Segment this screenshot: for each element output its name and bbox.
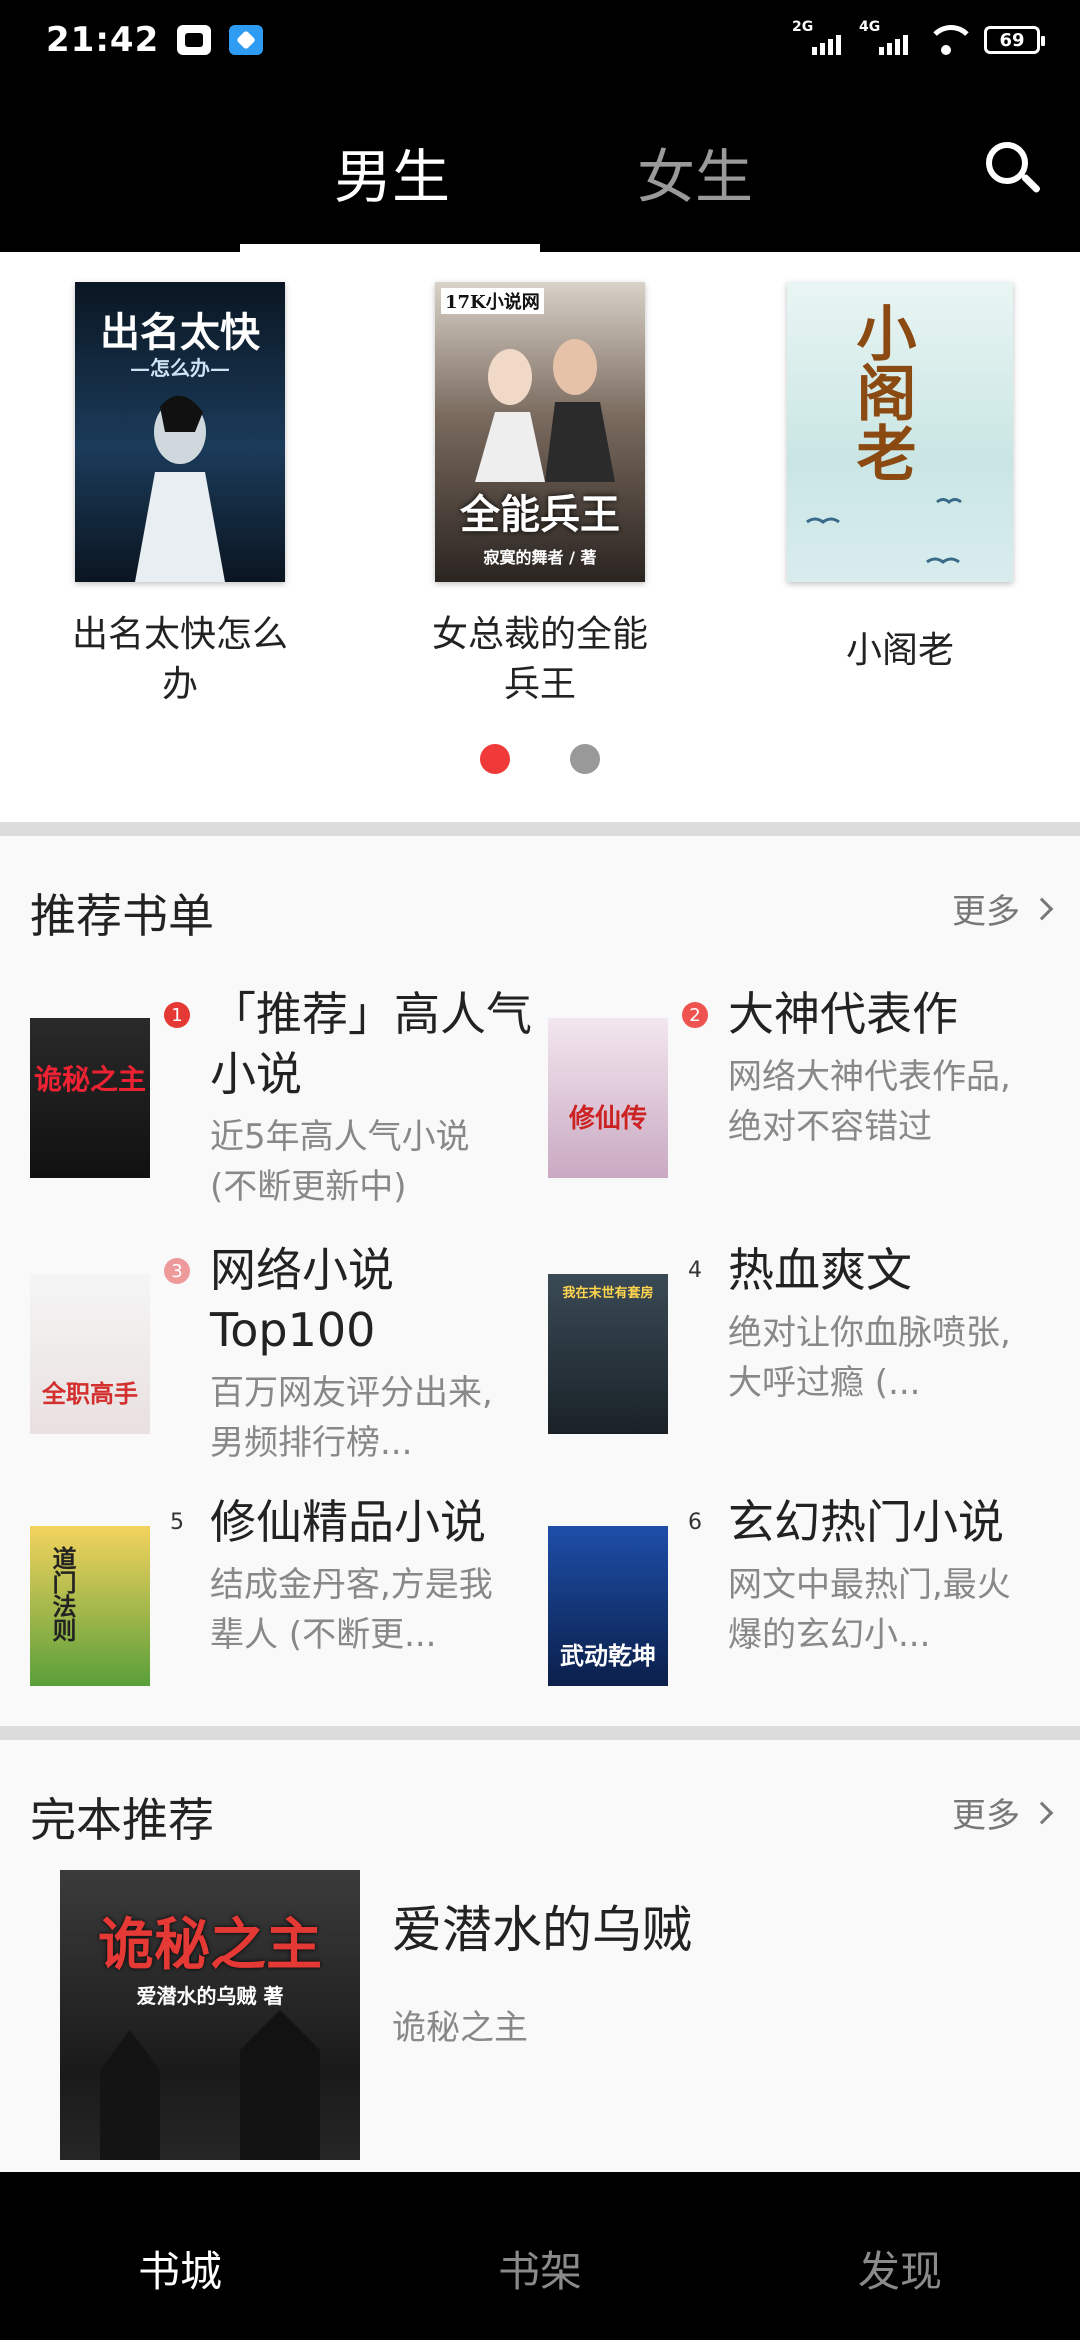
booklist-cover: 诡秘之主 (30, 1018, 150, 1178)
status-left: 21:42 (46, 20, 264, 60)
cover-title-text: 全能兵王 (460, 491, 620, 538)
active-tab-indicator (240, 244, 540, 252)
finished-title: 完本推荐 (30, 1793, 214, 1847)
cover-title-text: 武动乾坤 (560, 1641, 656, 1670)
notification-app-icon-2 (229, 25, 264, 55)
chevron-right-icon (1030, 897, 1054, 920)
booklist-item-2[interactable]: 修仙传 2 大神代表作 网络大神代表作品,绝对不容错过 (548, 987, 1068, 1232)
tab-female[interactable]: 女生 (637, 130, 753, 214)
section-divider (0, 822, 1080, 836)
status-bar: 21:42 2G 4G 69 (0, 0, 1080, 80)
booklist-title: 大神代表作 (728, 987, 958, 1041)
booklist-title: 「推荐」高人气小说 (210, 987, 532, 1101)
recommend-more-button[interactable]: 更多 (952, 884, 1054, 933)
cover-title-text: 我在末世有套房 (562, 1286, 654, 1301)
cover-birds-illustration (806, 498, 962, 564)
booklist-item-5[interactable]: 道门法则 5 修仙精品小说 结成金丹客,方是我辈人 (不断更... (30, 1495, 550, 1740)
nav-discover[interactable]: 发现 (858, 2238, 942, 2299)
cover-title-text: 道门法则 (48, 1546, 77, 1642)
book-cover: 17K小说网 全能兵王 寂寞的舞者 / 著 (435, 282, 645, 582)
book-cover: 出名太快 —怎么办— (75, 282, 285, 582)
carousel-dot-active[interactable] (480, 744, 510, 774)
booklist-desc: 绝对让你血脉喷张,大呼过瘾 (... (728, 1313, 1011, 1403)
search-icon-handle (1020, 173, 1042, 194)
cover-title-text: 全职高手 (42, 1379, 138, 1408)
booklist-title: 网络小说Top100 (210, 1243, 394, 1357)
carousel-book-title: 出名太快怎么办 (71, 614, 288, 705)
booklist-title: 修仙精品小说 (210, 1495, 486, 1549)
carousel-pagination (0, 744, 1080, 774)
booklist-title: 热血爽文 (728, 1243, 912, 1297)
top-tab-bar: 男生 女生 (0, 80, 1080, 252)
tab-male[interactable]: 男生 (334, 130, 450, 214)
wifi-icon (926, 25, 976, 55)
status-right: 2G 4G 69 (792, 19, 1045, 55)
rank-badge: 2 (682, 1002, 708, 1028)
status-time: 21:42 (46, 20, 160, 60)
cover-author-text: 寂寞的舞者 / 著 (483, 548, 597, 567)
booklist-item-3[interactable]: 全职高手 3 网络小说Top100 百万网友评分出来,男频排行榜... (30, 1243, 550, 1488)
carousel-book-3[interactable]: 小阁老 小阁老 (780, 282, 1020, 676)
rank-badge: 3 (164, 1258, 190, 1284)
battery-icon: 69 (984, 26, 1045, 54)
booklist-title: 玄幻热门小说 (728, 1495, 1004, 1549)
signal-4g-label: 4G (859, 19, 881, 35)
cover-figure-illustration (135, 395, 225, 582)
booklist-cover: 道门法则 (30, 1526, 150, 1686)
app-root: 21:42 2G 4G 69 男生 女生 出名太快 —怎么办— 出名太快怎么办 … (0, 0, 1080, 2340)
search-button[interactable] (984, 140, 1044, 200)
finished-section: 完本推荐 更多 诡秘之主 爱潜水的乌贼 著 爱潜水的乌贼 诡秘之主 (0, 1740, 1080, 2172)
carousel-book-1[interactable]: 出名太快 —怎么办— 出名太快怎么办 (60, 282, 300, 710)
featured-carousel: 出名太快 —怎么办— 出名太快怎么办 17K小说网 全能兵王 寂寞的舞者 / 著… (0, 252, 1080, 822)
chevron-right-icon (1030, 1801, 1054, 1824)
finished-book-name: 诡秘之主 (392, 2008, 528, 2048)
booklist-desc: 近5年高人气小说(不断更新中) (210, 1117, 470, 1207)
signal-2g-icon: 2G (792, 19, 841, 55)
finished-book-cover[interactable]: 诡秘之主 爱潜水的乌贼 著 (60, 1870, 360, 2160)
section-divider (0, 1726, 1080, 1740)
signal-2g-label: 2G (792, 19, 814, 35)
recommend-title: 推荐书单 (30, 889, 214, 943)
booklist-desc: 网文中最热门,最火爆的玄幻小... (728, 1565, 1011, 1655)
bottom-nav: 书城 书架 发现 (0, 2172, 1080, 2340)
cover-title-text: 修仙传 (568, 1104, 647, 1134)
rank-badge: 1 (164, 1002, 190, 1028)
booklist-desc: 网络大神代表作品,绝对不容错过 (728, 1057, 1011, 1147)
carousel-book-title: 小阁老 (845, 630, 954, 671)
booklist-desc: 结成金丹客,方是我辈人 (不断更... (210, 1565, 493, 1655)
finished-more-button[interactable]: 更多 (952, 1788, 1054, 1837)
booklist-cover: 全职高手 (30, 1274, 150, 1434)
recommend-section: 推荐书单 更多 诡秘之主 1 「推荐」高人气小说 近5年高人气小说(不断更新中)… (0, 836, 1080, 1726)
booklist-item-1[interactable]: 诡秘之主 1 「推荐」高人气小说 近5年高人气小说(不断更新中) (30, 987, 550, 1232)
booklist-item-6[interactable]: 武动乾坤 6 玄幻热门小说 网文中最热门,最火爆的玄幻小... (548, 1495, 1068, 1740)
booklist-cover: 我在末世有套房 (548, 1274, 668, 1434)
signal-4g-icon: 4G (859, 19, 908, 55)
nav-bookstore[interactable]: 书城 (138, 2238, 222, 2299)
booklist-desc: 百万网友评分出来,男频排行榜... (210, 1373, 493, 1463)
cover-title-text: 诡秘之主 (33, 1063, 146, 1096)
rank-number: 5 (170, 1510, 184, 1535)
cover-castle-illustration (100, 2010, 320, 2160)
more-label: 更多 (952, 1796, 1020, 1836)
booklist-cover: 修仙传 (548, 1018, 668, 1178)
book-cover: 小阁老 (787, 282, 1013, 582)
finished-book-author[interactable]: 爱潜水的乌贼 (392, 1890, 692, 1962)
more-label: 更多 (952, 892, 1020, 932)
carousel-book-2[interactable]: 17K小说网 全能兵王 寂寞的舞者 / 著 女总裁的全能兵王 (420, 282, 660, 710)
recommend-header: 推荐书单 更多 (0, 836, 1080, 966)
booklist-cover: 武动乾坤 (548, 1526, 668, 1686)
carousel-book-title: 女总裁的全能兵王 (431, 614, 648, 705)
booklist-item-4[interactable]: 我在末世有套房 4 热血爽文 绝对让你血脉喷张,大呼过瘾 (... (548, 1243, 1068, 1488)
nav-bookshelf[interactable]: 书架 (498, 2238, 582, 2299)
rank-number: 4 (688, 1258, 702, 1283)
carousel-dot[interactable] (570, 744, 600, 774)
notification-app-icon (177, 25, 212, 55)
finished-header: 完本推荐 更多 (0, 1740, 1080, 1870)
rank-number: 6 (688, 1510, 702, 1535)
